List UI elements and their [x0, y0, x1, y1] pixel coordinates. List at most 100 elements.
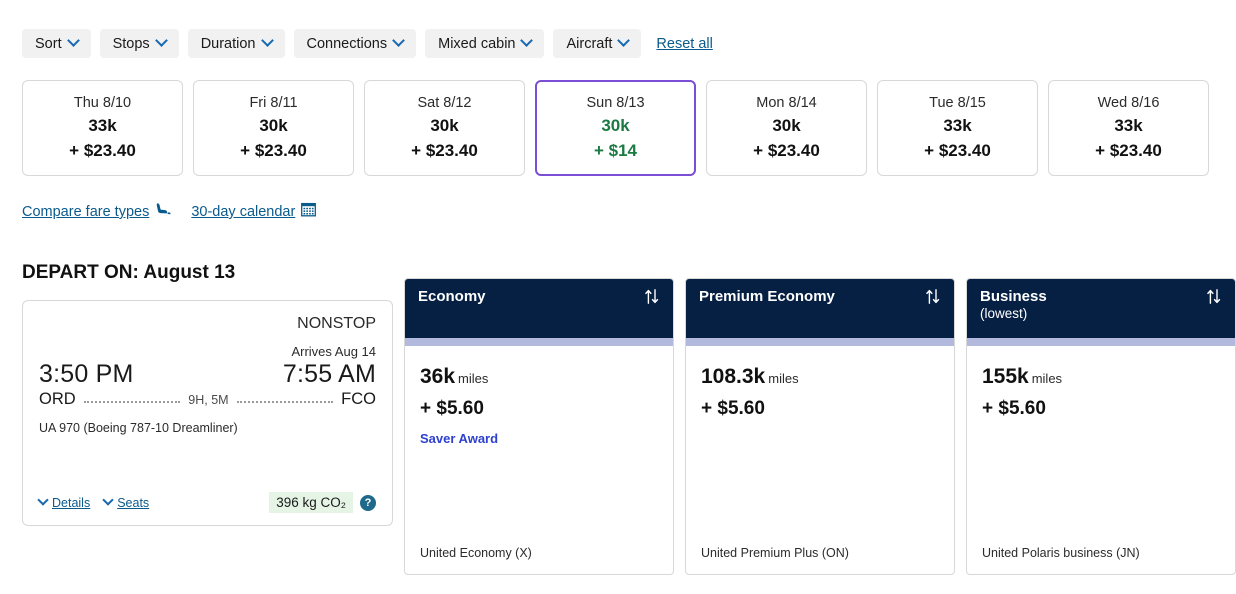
date-card-fri-8-11[interactable]: Fri 8/11 30k + $23.40: [193, 80, 354, 176]
fare-card-body: 108.3k miles + $5.60: [686, 346, 954, 546]
compare-fare-types-link[interactable]: Compare fare types: [22, 202, 171, 222]
flight-times: 3:50 PM 7:55 AM: [39, 360, 376, 389]
sort-icon[interactable]: [644, 288, 660, 310]
date-card-day: Sun 8/13: [586, 95, 645, 111]
fare-miles-amount: 155k: [982, 365, 1029, 388]
date-card-miles: 33k: [1114, 116, 1143, 135]
date-card-sun-8-13[interactable]: Sun 8/13 30k + $14: [535, 80, 696, 176]
fare-card-header: Business (lowest): [967, 279, 1235, 338]
results-row: DEPART ON: August 13 NONSTOP Arrives Aug…: [0, 222, 1236, 575]
chevron-down-icon: [520, 34, 534, 47]
filter-chip-label: Duration: [200, 35, 256, 52]
date-selector-strip: Thu 8/10 33k + $23.40 Fri 8/11 30k + $23.40 Sa…: [0, 58, 1236, 176]
date-card-day: Mon 8/14: [756, 95, 817, 111]
depart-on-title: DEPART ON: August 13: [22, 262, 236, 283]
fare-cash-amount: + $5.60: [701, 398, 765, 419]
filter-chip-mixed-cabin[interactable]: Mixed cabin: [425, 29, 545, 58]
details-toggle[interactable]: Details: [37, 493, 91, 510]
fare-card-business[interactable]: Business (lowest) 155k miles + $5.60 United P…: [966, 278, 1236, 575]
sort-icon[interactable]: [925, 288, 941, 310]
date-card-day: Tue 8/15: [929, 95, 986, 111]
fare-miles-amount: 36k: [420, 365, 456, 388]
arrival-date-label: Arrives Aug 14: [291, 344, 376, 359]
route-line: ORD 9H, 5M FCO: [39, 390, 376, 409]
co2-badge: 396 kg CO₂: [269, 492, 353, 513]
help-icon[interactable]: ?: [360, 494, 376, 511]
origin-airport-code: ORD: [39, 390, 76, 408]
date-card-miles: 30k: [259, 116, 288, 135]
chevron-down-icon: [102, 493, 114, 506]
chevron-down-icon: [66, 34, 80, 47]
fare-miles-line: 155k miles: [982, 365, 1220, 389]
date-card-mon-8-14[interactable]: Mon 8/14 30k + $23.40: [706, 80, 867, 176]
depart-column: DEPART ON: August 13 NONSTOP Arrives Aug…: [22, 244, 393, 526]
fare-cards-row: Economy 36k miles + $5.60 Saver Award United …: [404, 278, 1236, 575]
filter-chip-label: Aircraft: [566, 35, 613, 52]
date-card-cash: + $23.40: [411, 141, 478, 160]
fare-card-header: Economy: [405, 279, 673, 338]
filter-chip-label: Stops: [112, 35, 150, 52]
date-card-cash: + $23.40: [753, 141, 820, 160]
fare-cabin-name: Economy: [418, 288, 486, 305]
filter-chip-sort[interactable]: Sort: [22, 29, 91, 58]
filter-bar: Sort Stops Duration Connections Mixed cabin A…: [0, 0, 1236, 58]
fare-cabin-subtitle: (lowest): [980, 306, 1028, 321]
date-card-day: Thu 8/10: [73, 95, 132, 111]
filter-chip-stops[interactable]: Stops: [99, 29, 179, 58]
sort-icon[interactable]: [1206, 288, 1222, 310]
fare-class-label: United Polaris business (JN): [982, 546, 1140, 560]
fare-card-accent-strip: [405, 338, 673, 346]
reset-all-link[interactable]: Reset all: [656, 36, 712, 52]
calendar-icon: [301, 202, 317, 222]
fare-cash-amount: + $5.60: [420, 398, 484, 419]
fare-miles-amount: 108.3k: [701, 365, 766, 388]
date-card-miles: 30k: [772, 116, 801, 135]
fare-miles-line: 36k miles: [420, 365, 658, 389]
date-card-day: Wed 8/16: [1097, 95, 1160, 111]
filter-chip-label: Mixed cabin: [438, 35, 516, 52]
30-day-calendar-label: 30-day calendar: [191, 204, 296, 220]
compare-fare-types-label: Compare fare types: [22, 204, 150, 220]
date-card-miles: 30k: [430, 116, 459, 135]
filter-chip-duration[interactable]: Duration: [187, 29, 285, 58]
fare-card-premium-economy[interactable]: Premium Economy 108.3k miles + $5.60 United …: [685, 278, 955, 575]
fare-miles-unit: miles: [768, 371, 799, 386]
date-card-sat-8-12[interactable]: Sat 8/12 30k + $23.40: [364, 80, 525, 176]
fare-card-economy[interactable]: Economy 36k miles + $5.60 Saver Award United …: [404, 278, 674, 575]
fare-class-label: United Economy (X): [420, 546, 532, 560]
30-day-calendar-link[interactable]: 30-day calendar: [191, 202, 317, 222]
fare-miles-unit: miles: [458, 371, 489, 386]
filter-chip-aircraft[interactable]: Aircraft: [553, 29, 642, 58]
fare-card-header: Premium Economy: [686, 279, 954, 338]
seats-toggle[interactable]: Seats: [102, 493, 150, 510]
chevron-down-icon: [392, 34, 405, 47]
date-card-wed-8-16[interactable]: Wed 8/16 33k + $23.40: [1048, 80, 1209, 176]
seat-icon: [155, 202, 171, 222]
flight-card-footer: Details Seats 396 kg CO₂ ?: [37, 492, 376, 513]
chevron-down-icon: [37, 493, 49, 506]
date-card-day: Fri 8/11: [249, 95, 298, 111]
departure-time: 3:50 PM: [39, 360, 134, 388]
flight-duration: 9H, 5M: [188, 392, 229, 407]
date-card-miles: 33k: [943, 116, 972, 135]
expander-links: Details Seats: [37, 493, 150, 510]
fare-card-body: 36k miles + $5.60 Saver Award: [405, 346, 673, 546]
date-card-thu-8-10[interactable]: Thu 8/10 33k + $23.40: [22, 80, 183, 176]
date-card-miles: 33k: [88, 116, 117, 135]
flight-option-card[interactable]: NONSTOP Arrives Aug 14 3:50 PM 7:55 AM O…: [22, 300, 393, 526]
arrival-time: 7:55 AM: [282, 360, 376, 388]
filter-chip-connections[interactable]: Connections: [293, 29, 417, 58]
chevron-down-icon: [260, 34, 274, 47]
date-card-miles: 30k: [601, 116, 630, 135]
chevron-down-icon: [154, 34, 168, 47]
fare-class-label: United Premium Plus (ON): [701, 546, 849, 560]
destination-airport-code: FCO: [341, 390, 376, 408]
filter-chip-label: Connections: [306, 35, 388, 52]
fare-card-accent-strip: [967, 338, 1235, 346]
seats-label: Seats: [117, 495, 150, 510]
date-card-tue-8-15[interactable]: Tue 8/15 33k + $23.40: [877, 80, 1038, 176]
details-label: Details: [52, 495, 91, 510]
emissions-group: 396 kg CO₂ ?: [269, 492, 376, 513]
fare-card-accent-strip: [686, 338, 954, 346]
stops-label: NONSTOP: [297, 315, 376, 332]
